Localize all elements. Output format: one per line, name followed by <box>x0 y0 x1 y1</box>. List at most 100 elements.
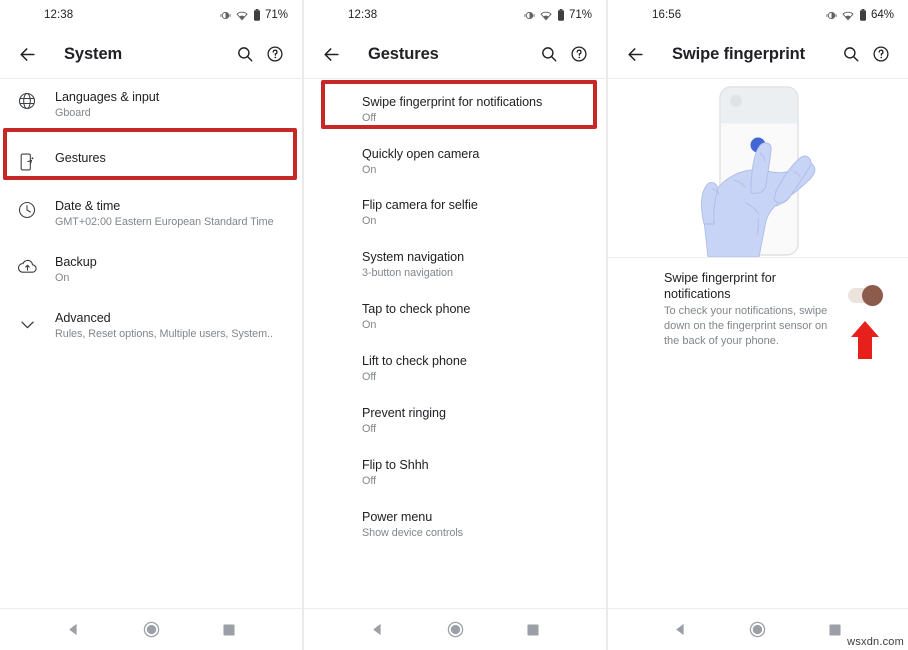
list-item[interactable]: Languages & input Gboard <box>0 79 302 131</box>
setting-detail: Swipe fingerprint for notifications To c… <box>608 258 908 361</box>
list-item-title: Date & time <box>55 198 274 214</box>
nav-back-icon[interactable] <box>661 610 701 650</box>
list-item[interactable]: Power menu Show device controls <box>304 499 606 551</box>
status-time: 12:38 <box>44 9 73 21</box>
list-item-title: Tap to check phone <box>362 301 470 317</box>
app-bar: Gestures <box>304 30 606 78</box>
cloud-upload-icon <box>12 253 42 277</box>
chevron-down-icon <box>12 309 42 334</box>
status-time: 16:56 <box>652 9 681 21</box>
list-item-title: Power menu <box>362 509 463 525</box>
list-item-title: Gestures <box>55 150 106 166</box>
list-item-title: Quickly open camera <box>362 146 479 162</box>
setting-detail-text: Swipe fingerprint for notifications To c… <box>664 270 836 361</box>
wifi-icon <box>842 10 854 21</box>
search-icon[interactable] <box>534 39 564 69</box>
list-item-advanced[interactable]: Advanced Rules, Reset options, Multiple … <box>0 295 302 351</box>
wifi-icon <box>236 10 248 21</box>
list-item-subtitle: On <box>362 163 479 178</box>
list-item[interactable]: Flip to Shhh Off <box>304 447 606 499</box>
list-item-title: Prevent ringing <box>362 405 446 421</box>
list-item-subtitle: Rules, Reset options, Multiple users, Sy… <box>55 327 273 342</box>
phone-screen-swipe-fingerprint: 16:56 64% Swipe fingerprint <box>608 0 908 650</box>
status-icons: 64% <box>826 9 894 21</box>
search-icon[interactable] <box>836 39 866 69</box>
screenshot-collage: 12:38 71% System <box>0 0 908 650</box>
list-item[interactable]: Prevent ringing Off <box>304 395 606 447</box>
toggle-knob <box>862 285 883 306</box>
list-item-title: Flip to Shhh <box>362 457 429 473</box>
back-arrow-icon[interactable] <box>12 39 42 69</box>
phone-screen-system: 12:38 71% System <box>0 0 302 650</box>
list-item[interactable]: System navigation 3-button navigation <box>304 239 606 291</box>
list-item-subtitle: On <box>362 214 478 229</box>
nav-recents-icon[interactable] <box>513 610 553 650</box>
globe-icon <box>12 88 42 111</box>
list-item-subtitle: GMT+02:00 Eastern European Standard Time <box>55 215 274 230</box>
setting-title: Swipe fingerprint for notifications <box>664 270 836 302</box>
battery-percent: 64% <box>871 9 894 21</box>
list-item-gestures[interactable]: Gestures <box>0 131 302 183</box>
page-title: System <box>64 45 122 64</box>
list-item-swipe-fingerprint[interactable]: Swipe fingerprint for notifications Off <box>304 79 606 135</box>
list-item-title: Flip camera for selfie <box>362 197 478 213</box>
battery-percent: 71% <box>265 9 288 21</box>
page-title: Swipe fingerprint <box>672 45 805 64</box>
help-icon[interactable] <box>866 39 896 69</box>
list-item-subtitle: Off <box>362 474 429 489</box>
list-item[interactable]: Tap to check phone On <box>304 291 606 343</box>
list-item-subtitle: Gboard <box>55 106 159 121</box>
phone-screen-gestures: 12:38 71% Gestures <box>304 0 606 650</box>
nav-home-icon[interactable] <box>738 610 778 650</box>
list-item[interactable]: Lift to check phone Off <box>304 343 606 395</box>
list-item-subtitle: Show device controls <box>362 526 463 541</box>
setting-description: To check your notifications, swipe down … <box>664 304 836 349</box>
list-item[interactable]: Backup On <box>0 239 302 295</box>
list-item-subtitle: Off <box>362 422 446 437</box>
toggle-column <box>836 270 894 361</box>
status-time: 12:38 <box>348 9 377 21</box>
swipe-fingerprint-toggle[interactable] <box>848 288 882 303</box>
list-item-title: Swipe fingerprint for notifications <box>362 94 542 110</box>
vibrate-icon <box>524 10 535 21</box>
page-title: Gestures <box>368 45 439 64</box>
red-up-arrow-annotation <box>850 319 880 361</box>
app-bar: Swipe fingerprint <box>608 30 908 78</box>
swipe-fingerprint-illustration <box>608 79 908 257</box>
list-item-title: Languages & input <box>55 89 159 105</box>
nav-home-icon[interactable] <box>131 610 171 650</box>
list-item-title: Backup <box>55 254 97 270</box>
list-item[interactable]: Quickly open camera On <box>304 135 606 187</box>
phone-gesture-icon <box>12 149 42 172</box>
back-arrow-icon[interactable] <box>620 39 650 69</box>
navigation-bar <box>0 608 302 650</box>
nav-recents-icon[interactable] <box>209 610 249 650</box>
status-icons: 71% <box>524 9 592 21</box>
battery-icon <box>859 9 867 21</box>
app-bar: System <box>0 30 302 78</box>
battery-percent: 71% <box>569 9 592 21</box>
status-bar: 16:56 64% <box>608 0 908 30</box>
list-item[interactable]: Date & time GMT+02:00 Eastern European S… <box>0 183 302 239</box>
watermark: wsxdn.com <box>847 636 904 648</box>
nav-home-icon[interactable] <box>435 610 475 650</box>
vibrate-icon <box>826 10 837 21</box>
help-icon[interactable] <box>564 39 594 69</box>
list-item[interactable]: Flip camera for selfie On <box>304 187 606 239</box>
list-item-subtitle: Off <box>362 370 467 385</box>
settings-list-system: Languages & input Gboard Gestures Date &… <box>0 79 302 608</box>
list-item-subtitle: On <box>55 271 97 286</box>
search-icon[interactable] <box>230 39 260 69</box>
list-item-subtitle: 3-button navigation <box>362 266 464 281</box>
list-item-subtitle: Off <box>362 111 542 126</box>
nav-back-icon[interactable] <box>357 610 397 650</box>
nav-back-icon[interactable] <box>53 610 93 650</box>
battery-icon <box>557 9 565 21</box>
wifi-icon <box>540 10 552 21</box>
status-bar: 12:38 71% <box>0 0 302 30</box>
help-icon[interactable] <box>260 39 290 69</box>
status-bar: 12:38 71% <box>304 0 606 30</box>
back-arrow-icon[interactable] <box>316 39 346 69</box>
status-icons: 71% <box>220 9 288 21</box>
settings-list-gestures: Swipe fingerprint for notifications Off … <box>304 79 606 608</box>
